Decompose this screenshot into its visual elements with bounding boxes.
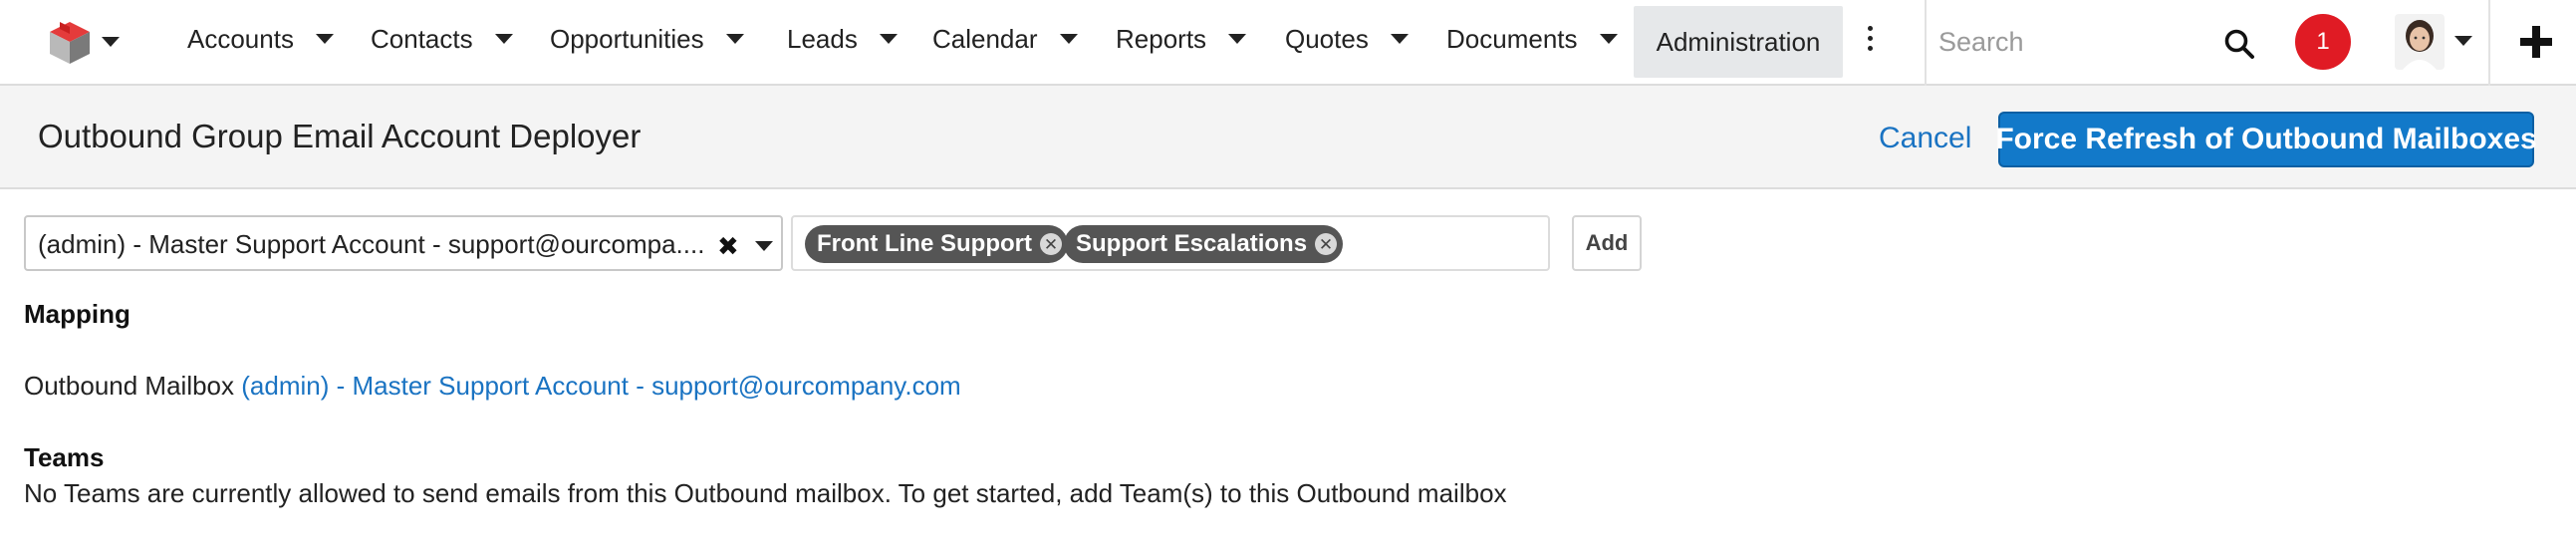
top-nav: Accounts Contacts Opportunities Leads Ca… [0, 0, 2576, 86]
nav-calendar-label: Calendar [932, 23, 1038, 54]
page-title: Outbound Group Email Account Deployer [38, 118, 642, 154]
notification-badge[interactable]: 1 [2295, 14, 2351, 70]
nav-quotes[interactable]: Quotes [1285, 0, 1409, 78]
outbound-account-select[interactable]: (admin) - Master Support Account - suppo… [24, 215, 783, 271]
clear-icon[interactable]: ✖ [717, 231, 739, 262]
teams-empty-message: No Teams are currently allowed to send e… [24, 478, 1507, 508]
nav-documents-label: Documents [1446, 23, 1578, 54]
mapping-heading: Mapping [24, 299, 130, 329]
add-button[interactable]: Add [1572, 215, 1642, 271]
search-input[interactable] [1938, 16, 2197, 68]
team-pill: Support Escalations ✕ [1064, 225, 1344, 263]
outbound-mailbox-label: Outbound Mailbox [24, 371, 235, 401]
teams-heading: Teams [24, 442, 105, 472]
nav-reports[interactable]: Reports [1116, 0, 1247, 78]
remove-icon[interactable]: ✕ [1039, 233, 1062, 255]
more-menu-icon[interactable] [1863, 26, 1877, 56]
nav-administration[interactable]: Administration [1634, 6, 1843, 78]
nav-accounts[interactable]: Accounts [187, 0, 334, 78]
chevron-down-icon[interactable] [1228, 34, 1247, 44]
chevron-down-icon[interactable] [755, 241, 773, 251]
divider [1925, 0, 1927, 86]
divider [2488, 0, 2490, 86]
chevron-down-icon[interactable] [315, 34, 334, 44]
chevron-down-icon[interactable] [1599, 34, 1618, 44]
nav-documents[interactable]: Documents [1446, 0, 1618, 78]
chevron-down-icon[interactable] [1059, 34, 1078, 44]
nav-contacts-label: Contacts [371, 23, 473, 54]
nav-opportunities-label: Opportunities [550, 23, 704, 54]
search-icon[interactable] [2223, 28, 2255, 60]
team-pill: Front Line Support ✕ [805, 225, 1068, 263]
chevron-down-icon[interactable] [102, 37, 120, 47]
nav-quotes-label: Quotes [1285, 23, 1369, 54]
outbound-mailbox-row: Outbound Mailbox (admin) - Master Suppor… [24, 371, 961, 402]
chevron-down-icon[interactable] [1390, 34, 1409, 44]
cancel-button[interactable]: Cancel [1879, 114, 1971, 163]
team-pill-label: Front Line Support [817, 230, 1032, 257]
plus-icon[interactable] [2518, 24, 2554, 60]
force-refresh-button[interactable]: Force Refresh of Outbound Mailboxes [1995, 112, 2537, 167]
teams-multiselect[interactable]: Front Line Support ✕ Support Escalations… [791, 215, 1550, 271]
nav-leads-label: Leads [787, 23, 858, 54]
outbound-mailbox-link[interactable]: (admin) - Master Support Account - suppo… [241, 371, 960, 401]
avatar[interactable] [2395, 14, 2445, 70]
nav-calendar[interactable]: Calendar [932, 0, 1078, 78]
nav-leads[interactable]: Leads [787, 0, 898, 78]
nav-opportunities[interactable]: Opportunities [550, 0, 744, 78]
team-pill-label: Support Escalations [1076, 230, 1308, 257]
nav-reports-label: Reports [1116, 23, 1207, 54]
chevron-down-icon[interactable] [879, 34, 898, 44]
remove-icon[interactable]: ✕ [1315, 233, 1338, 255]
nav-contacts[interactable]: Contacts [371, 0, 513, 78]
selected-account-value: (admin) - Master Support Account - suppo… [38, 229, 705, 259]
chevron-down-icon[interactable] [725, 34, 744, 44]
chevron-down-icon[interactable] [494, 34, 513, 44]
chevron-down-icon[interactable] [2454, 36, 2472, 46]
sugar-cube-logo-icon[interactable] [46, 18, 94, 66]
user-portrait-icon [2395, 14, 2445, 70]
nav-accounts-label: Accounts [187, 23, 294, 54]
